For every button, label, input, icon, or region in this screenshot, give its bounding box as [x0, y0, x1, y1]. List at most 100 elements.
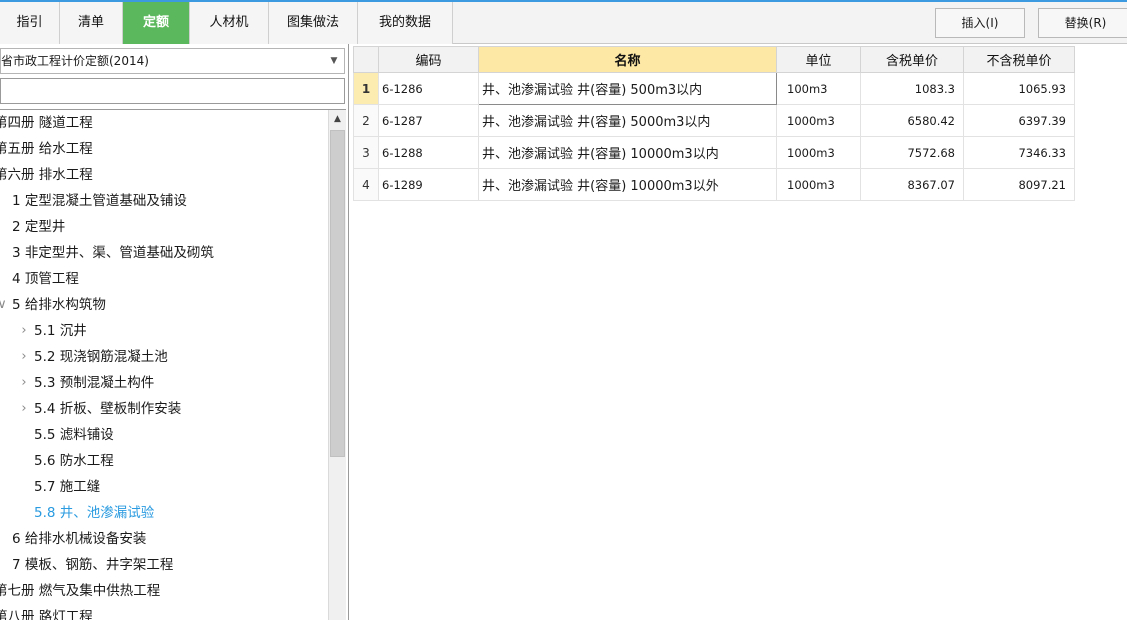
- tree-item[interactable]: › 5.4 折板、壁板制作安装: [0, 396, 328, 422]
- tax-price-column-header[interactable]: 含税单价: [860, 46, 964, 73]
- tree-item-label: 5.4 折板、壁板制作安装: [34, 401, 182, 417]
- notax-price-column-header[interactable]: 不含税单价: [963, 46, 1075, 73]
- code-cell[interactable]: 6-1288: [378, 136, 479, 169]
- tax-price-cell[interactable]: 6580.42: [860, 104, 964, 137]
- tax-price-cell[interactable]: 7572.68: [860, 136, 964, 169]
- tree-item[interactable]: 2 定型井: [0, 214, 328, 240]
- name-column-header[interactable]: 名称: [478, 46, 777, 73]
- chevron-right-icon[interactable]: ›: [18, 344, 30, 370]
- quota-library-select[interactable]: 省市政工程计价定额(2014) ▼: [0, 48, 345, 74]
- tree-item-label: 1 定型混凝土管道基础及铺设: [12, 193, 187, 209]
- tree-item-label: 5.8 井、池渗漏试验: [34, 505, 155, 521]
- tree-item-label: 6 给排水机械设备安装: [12, 531, 147, 547]
- chevron-down-icon[interactable]: ▼: [328, 49, 340, 73]
- notax-price-cell[interactable]: 1065.93: [963, 72, 1075, 105]
- tree-item-label: 5 给排水构筑物: [12, 297, 106, 313]
- row-number-cell[interactable]: 4: [353, 168, 379, 201]
- table-row[interactable]: 3 6-1288 井、池渗漏试验 井(容量) 10000m3以内 1000m3 7572…: [353, 136, 1075, 169]
- tax-price-cell[interactable]: 1083.3: [860, 72, 964, 105]
- name-cell[interactable]: 井、池渗漏试验 井(容量) 10000m3以外: [478, 168, 777, 201]
- tree-item[interactable]: › 5.1 沉井: [0, 318, 328, 344]
- table-row[interactable]: 1 6-1286 井、池渗漏试验 井(容量) 500m3以内 100m3 1083.3 1…: [353, 72, 1075, 105]
- name-cell[interactable]: 井、池渗漏试验 井(容量) 10000m3以内: [478, 136, 777, 169]
- chevron-right-icon[interactable]: ›: [18, 318, 30, 344]
- tree-item-label: 第五册 给水工程: [0, 141, 93, 157]
- tree-item-label: 5.6 防水工程: [34, 453, 114, 469]
- tree-item[interactable]: 第七册 燃气及集中供热工程: [0, 578, 328, 604]
- tab-bill[interactable]: 清单: [60, 2, 123, 44]
- tree-item[interactable]: ∨5 给排水构筑物: [0, 292, 328, 318]
- notax-price-cell[interactable]: 6397.39: [963, 104, 1075, 137]
- tree-item[interactable]: › 5.3 预制混凝土构件: [0, 370, 328, 396]
- row-number-cell[interactable]: 2: [353, 104, 379, 137]
- quota-library-value: 省市政工程计价定额(2014): [1, 54, 149, 68]
- table-body: 1 6-1286 井、池渗漏试验 井(容量) 500m3以内 100m3 1083.3 1…: [353, 72, 1075, 201]
- replace-button[interactable]: 替换(R): [1038, 8, 1127, 38]
- table-header-row: 编码 名称 单位 含税单价 不含税单价: [353, 46, 1075, 73]
- tree-item[interactable]: › 5.2 现浇钢筋混凝土池: [0, 344, 328, 370]
- chevron-right-icon[interactable]: ›: [18, 370, 30, 396]
- row-number-cell[interactable]: 1: [353, 72, 379, 105]
- table-row[interactable]: 2 6-1287 井、池渗漏试验 井(容量) 5000m3以内 1000m3 6580.…: [353, 104, 1075, 137]
- name-cell[interactable]: 井、池渗漏试验 井(容量) 500m3以内: [478, 72, 777, 105]
- tree-item[interactable]: 第六册 排水工程: [0, 162, 328, 188]
- chapter-tree: 第四册 隧道工程 第五册 给水工程 第六册 排水工程 1 定型混凝土管道基础及铺设 2 …: [0, 109, 346, 620]
- tree-item[interactable]: 1 定型混凝土管道基础及铺设: [0, 188, 328, 214]
- tree-item[interactable]: 第五册 给水工程: [0, 136, 328, 162]
- insert-button[interactable]: 插入(I): [935, 8, 1025, 38]
- unit-cell[interactable]: 1000m3: [776, 136, 861, 169]
- unit-cell[interactable]: 1000m3: [776, 168, 861, 201]
- tab-bar: 指引 清单 定额 人材机 图集做法 我的数据 插入(I) 替换(R): [0, 2, 1127, 44]
- tree-item-label: 5.2 现浇钢筋混凝土池: [34, 349, 168, 365]
- tree-item-label: 5.7 施工缝: [34, 479, 101, 495]
- scroll-up-icon[interactable]: ▲: [329, 110, 346, 128]
- tab-my-data[interactable]: 我的数据: [358, 2, 453, 44]
- code-cell[interactable]: 6-1286: [378, 72, 479, 105]
- tab-atlas-method[interactable]: 图集做法: [269, 2, 358, 44]
- code-cell[interactable]: 6-1289: [378, 168, 479, 201]
- left-panel: 省市政工程计价定额(2014) ▼ 第四册 隧道工程 第五册 给水工程 第六册 排水…: [0, 44, 349, 620]
- unit-cell[interactable]: 100m3: [776, 72, 861, 105]
- unit-cell[interactable]: 1000m3: [776, 104, 861, 137]
- tree-item-label: 第七册 燃气及集中供热工程: [0, 583, 161, 599]
- tree-item[interactable]: 4 顶管工程: [0, 266, 328, 292]
- code-column-header[interactable]: 编码: [378, 46, 479, 73]
- tree-item-label: 5.3 预制混凝土构件: [34, 375, 155, 391]
- tree-item-label: 7 模板、钢筋、井字架工程: [12, 557, 174, 573]
- table-row[interactable]: 4 6-1289 井、池渗漏试验 井(容量) 10000m3以外 1000m3 8367…: [353, 168, 1075, 201]
- tab-guide[interactable]: 指引: [0, 2, 60, 44]
- notax-price-cell[interactable]: 8097.21: [963, 168, 1075, 201]
- tree-item[interactable]: 5.5 滤料铺设: [0, 422, 328, 448]
- tree-item-label: 第六册 排水工程: [0, 167, 93, 183]
- tree-item-label: 第八册 路灯工程: [0, 609, 93, 620]
- chevron-down-icon[interactable]: ∨: [0, 292, 8, 318]
- tree-item[interactable]: 第四册 隧道工程: [0, 110, 328, 136]
- tree-item-label: 5.5 滤料铺设: [34, 427, 114, 443]
- tree-item-label: 2 定型井: [12, 219, 66, 235]
- tree-item-label: 3 非定型井、渠、管道基础及砌筑: [12, 245, 214, 261]
- tree-scrollbar[interactable]: ▲: [328, 110, 346, 620]
- tree-item[interactable]: 6 给排水机械设备安装: [0, 526, 328, 552]
- tab-quota[interactable]: 定额: [123, 2, 190, 44]
- tree-item[interactable]: 5.7 施工缝: [0, 474, 328, 500]
- tree-item-label: 5.1 沉井: [34, 323, 87, 339]
- code-cell[interactable]: 6-1287: [378, 104, 479, 137]
- tree-item-label: 第四册 隧道工程: [0, 115, 93, 131]
- row-number-cell[interactable]: 3: [353, 136, 379, 169]
- tree-item[interactable]: 第八册 路灯工程: [0, 604, 328, 620]
- name-cell[interactable]: 井、池渗漏试验 井(容量) 5000m3以内: [478, 104, 777, 137]
- tree-item[interactable]: 7 模板、钢筋、井字架工程: [0, 552, 328, 578]
- tree-search-input[interactable]: [1, 79, 344, 103]
- tree-scroll-thumb[interactable]: [330, 130, 345, 457]
- tree-item-label: 4 顶管工程: [12, 271, 79, 287]
- tree-search-field[interactable]: [0, 78, 345, 104]
- tab-labor-material-machine[interactable]: 人材机: [190, 2, 269, 44]
- chapter-tree-list: 第四册 隧道工程 第五册 给水工程 第六册 排水工程 1 定型混凝土管道基础及铺设 2 …: [0, 110, 328, 620]
- tree-item[interactable]: 5.8 井、池渗漏试验: [0, 500, 328, 526]
- unit-column-header[interactable]: 单位: [776, 46, 861, 73]
- notax-price-cell[interactable]: 7346.33: [963, 136, 1075, 169]
- chevron-right-icon[interactable]: ›: [18, 396, 30, 422]
- tree-item[interactable]: 5.6 防水工程: [0, 448, 328, 474]
- tax-price-cell[interactable]: 8367.07: [860, 168, 964, 201]
- tree-item[interactable]: 3 非定型井、渠、管道基础及砌筑: [0, 240, 328, 266]
